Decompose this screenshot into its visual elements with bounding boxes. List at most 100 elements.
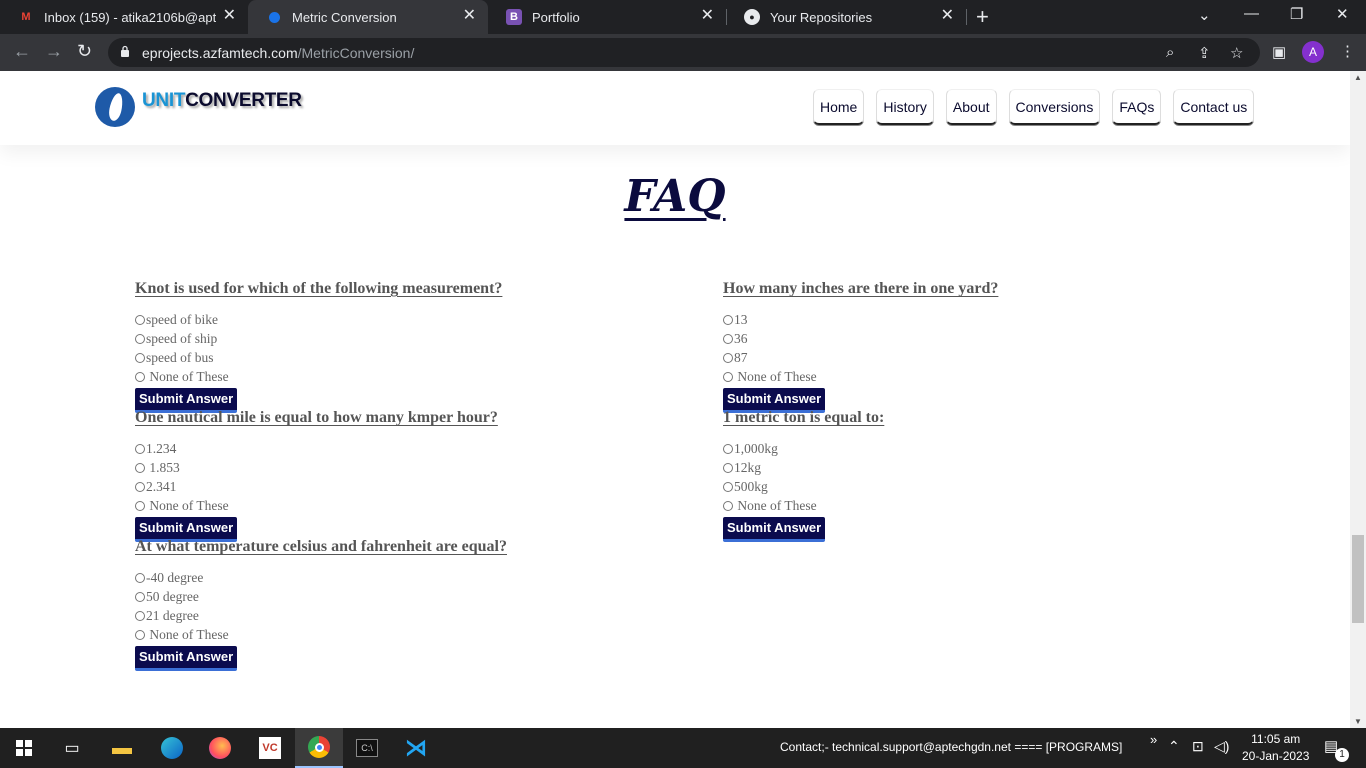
tab-metric-conversion[interactable]: Metric Conversion ✕ xyxy=(248,0,488,34)
chevron-down-icon[interactable]: ⌄ xyxy=(1198,6,1211,24)
forward-icon[interactable]: → xyxy=(45,41,63,62)
site-logo[interactable]: UNITCONVERTER xyxy=(95,87,302,127)
radio-button[interactable] xyxy=(135,371,145,382)
answer-option[interactable]: 13 xyxy=(723,310,998,329)
volume-icon[interactable]: ◁) xyxy=(1214,738,1229,755)
answer-option[interactable]: 500kg xyxy=(723,477,884,496)
answer-option[interactable]: 1.853 xyxy=(135,458,498,477)
answer-option[interactable]: 2.341 xyxy=(135,477,498,496)
nav-home[interactable]: Home xyxy=(813,89,865,125)
reload-icon[interactable]: ↻ xyxy=(77,41,92,62)
answer-option[interactable]: None of These xyxy=(723,367,998,386)
answer-option[interactable]: 21 degree xyxy=(135,606,507,625)
close-icon[interactable]: ✕ xyxy=(463,8,476,24)
radio-button[interactable] xyxy=(723,314,733,325)
answer-option[interactable]: 50 degree xyxy=(135,587,507,606)
answer-option[interactable]: None of These xyxy=(723,496,884,515)
chevron-right-icon[interactable]: » xyxy=(1150,732,1157,747)
tab-inbox[interactable]: M Inbox (159) - atika2106b@aptech ✕ xyxy=(0,0,248,34)
menu-icon[interactable]: ⋮ xyxy=(1340,42,1355,60)
radio-button[interactable] xyxy=(135,500,145,511)
github-icon: ● xyxy=(744,9,760,25)
windows-start-icon[interactable] xyxy=(0,728,48,768)
tab-portfolio[interactable]: B Portfolio ✕ xyxy=(488,0,726,34)
answer-option[interactable]: 1.234 xyxy=(135,439,498,458)
radio-button[interactable] xyxy=(135,314,145,325)
vc-app-icon[interactable]: VC xyxy=(246,728,294,768)
logo-text-unit: UNIT xyxy=(142,90,186,111)
close-icon[interactable]: ✕ xyxy=(701,8,714,24)
option-label: 36 xyxy=(734,330,748,346)
answer-option[interactable]: None of These xyxy=(135,496,498,515)
submit-answer-button[interactable]: Submit Answer xyxy=(723,517,826,542)
chrome-icon[interactable] xyxy=(295,728,343,768)
network-icon[interactable]: ⊡ xyxy=(1192,738,1204,755)
nav-conversions[interactable]: Conversions xyxy=(1008,89,1101,125)
address-bar[interactable]: eprojects.azfamtech.com/MetricConversion… xyxy=(108,38,1260,67)
radio-button[interactable] xyxy=(723,500,733,511)
edge-icon[interactable] xyxy=(148,728,196,768)
radio-button[interactable] xyxy=(135,443,145,454)
close-icon[interactable]: ✕ xyxy=(941,8,954,24)
radio-button[interactable] xyxy=(135,629,145,640)
radio-button[interactable] xyxy=(723,443,733,454)
option-label: 1,000kg xyxy=(734,440,778,456)
answer-option[interactable]: speed of bike xyxy=(135,310,502,329)
answer-option[interactable]: None of These xyxy=(135,625,507,644)
terminal-icon[interactable]: C:\ xyxy=(343,728,391,768)
browser-toolbar: ← → ↻ eprojects.azfamtech.com/MetricConv… xyxy=(0,34,1366,71)
tab-repositories[interactable]: ● Your Repositories ✕ xyxy=(726,0,966,34)
answer-option[interactable]: 87 xyxy=(723,348,998,367)
radio-button[interactable] xyxy=(723,333,733,344)
back-icon[interactable]: ← xyxy=(13,41,31,62)
profile-avatar[interactable]: A xyxy=(1302,41,1324,63)
scroll-down-icon[interactable]: ▼ xyxy=(1354,717,1362,726)
submit-answer-button[interactable]: Submit Answer xyxy=(135,646,238,671)
option-label: None of These xyxy=(146,368,229,384)
radio-button[interactable] xyxy=(723,481,733,492)
radio-button[interactable] xyxy=(135,481,145,492)
system-clock[interactable]: 11:05 am 20-Jan-2023 xyxy=(1242,731,1309,765)
side-panel-icon[interactable]: ▣ xyxy=(1272,43,1286,61)
bookmark-star-icon[interactable]: ☆ xyxy=(1230,44,1243,62)
answer-option[interactable]: None of These xyxy=(135,367,502,386)
radio-button[interactable] xyxy=(135,591,145,602)
answer-option[interactable]: speed of bus xyxy=(135,348,502,367)
option-label: 2.341 xyxy=(146,478,177,494)
radio-button[interactable] xyxy=(723,462,733,473)
answer-option[interactable]: speed of ship xyxy=(135,329,502,348)
nav-history[interactable]: History xyxy=(876,89,934,125)
page-scrollbar[interactable]: ▲ ▼ xyxy=(1350,71,1366,728)
radio-button[interactable] xyxy=(135,352,145,363)
share-icon[interactable]: ⇪ xyxy=(1198,44,1211,62)
vscode-icon[interactable]: ⋊ xyxy=(392,728,440,768)
option-label: 50 degree xyxy=(146,588,199,604)
nav-about[interactable]: About xyxy=(945,89,997,125)
minimize-button[interactable]: — xyxy=(1244,5,1259,22)
task-view-icon[interactable]: ▭ xyxy=(48,728,96,768)
answer-option[interactable]: 12kg xyxy=(723,458,884,477)
close-icon[interactable]: ✕ xyxy=(223,8,236,24)
radio-button[interactable] xyxy=(723,352,733,363)
radio-button[interactable] xyxy=(135,462,145,473)
nav-faqs[interactable]: FAQs xyxy=(1112,89,1162,125)
radio-button[interactable] xyxy=(135,333,145,344)
answer-option[interactable]: 36 xyxy=(723,329,998,348)
new-tab-button[interactable]: + xyxy=(976,4,989,30)
answer-option[interactable]: 1,000kg xyxy=(723,439,884,458)
answer-option[interactable]: -40 degree xyxy=(135,568,507,587)
radio-button[interactable] xyxy=(135,610,145,621)
tab-divider xyxy=(966,9,967,25)
radio-button[interactable] xyxy=(135,572,145,583)
tray-chevron-up-icon[interactable]: ⌃ xyxy=(1168,738,1180,755)
zoom-icon[interactable]: ⌕ xyxy=(1166,44,1174,61)
nav-contact[interactable]: Contact us xyxy=(1173,89,1255,125)
firefox-icon[interactable] xyxy=(196,728,244,768)
scrollbar-thumb[interactable] xyxy=(1352,535,1364,623)
radio-button[interactable] xyxy=(723,371,733,382)
close-window-button[interactable]: ✕ xyxy=(1336,5,1349,23)
scroll-up-icon[interactable]: ▲ xyxy=(1354,73,1362,82)
file-explorer-icon[interactable]: ▬ xyxy=(98,728,146,768)
gmail-icon: M xyxy=(21,11,31,23)
restore-button[interactable]: ❐ xyxy=(1290,5,1303,23)
